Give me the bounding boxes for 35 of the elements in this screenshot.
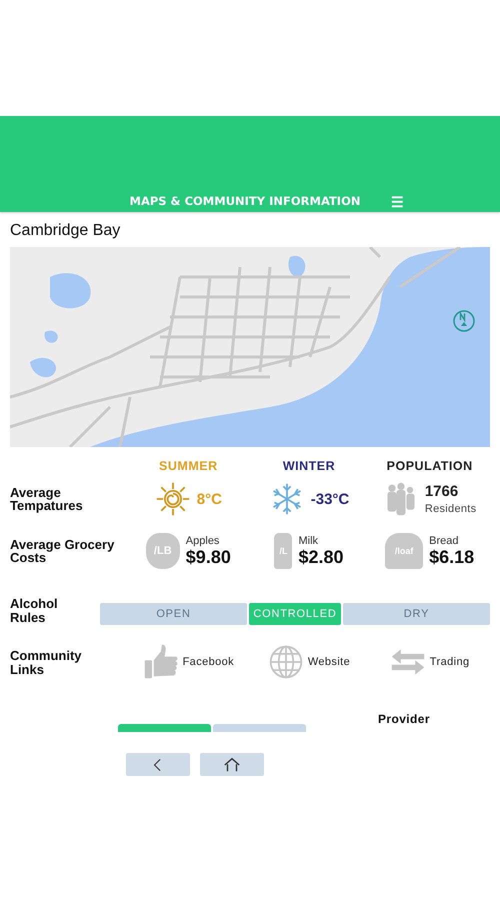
grocery-price: $9.80	[186, 546, 231, 568]
column-heading: WINTER	[282, 459, 336, 473]
column-value: 8°C	[196, 490, 222, 508]
alcohol-option[interactable]: CONTROLLED	[249, 602, 341, 625]
provider-heading: Provider	[378, 712, 430, 726]
alcohol-option[interactable]: DRY	[343, 602, 490, 625]
grocery-price: $6.18	[429, 546, 474, 568]
row-label: Alcohol Rules	[10, 597, 59, 624]
home-icon	[223, 756, 241, 774]
grocery-name: Milk	[298, 534, 320, 546]
row-label: Community Links	[10, 649, 82, 676]
row-label: Average Tempatures	[10, 486, 84, 513]
grocery-price: $2.80	[298, 546, 344, 568]
grocery-name: Apples	[186, 534, 220, 546]
cellular-option[interactable]	[213, 724, 306, 732]
community-name: Cambridge Bay	[10, 222, 122, 240]
row-label: Average Grocery Costs	[10, 538, 116, 565]
column-value: -33°C	[310, 490, 350, 508]
alcohol-option[interactable]: OPEN	[100, 602, 247, 625]
community-link[interactable]: Trading	[430, 656, 470, 668]
column-value: 1766	[424, 483, 460, 500]
home-button[interactable]	[200, 753, 264, 776]
community-link[interactable]: Facebook	[182, 656, 234, 668]
column-heading: SUMMER	[159, 459, 218, 473]
column-heading: POPULATION	[386, 459, 473, 473]
globe-icon	[268, 644, 304, 680]
menu-button[interactable]: ☰	[391, 194, 404, 210]
community-link[interactable]: Website	[308, 656, 350, 668]
column-unit: Residents	[424, 503, 476, 515]
compass-icon	[452, 309, 476, 333]
grocery-name: Bread	[429, 534, 460, 546]
cellular-option[interactable]	[118, 724, 211, 732]
header-title: MAPS & COMMUNITY INFORMATION	[130, 194, 360, 208]
thumbs-up-icon	[142, 644, 179, 680]
sun-icon	[154, 481, 191, 517]
